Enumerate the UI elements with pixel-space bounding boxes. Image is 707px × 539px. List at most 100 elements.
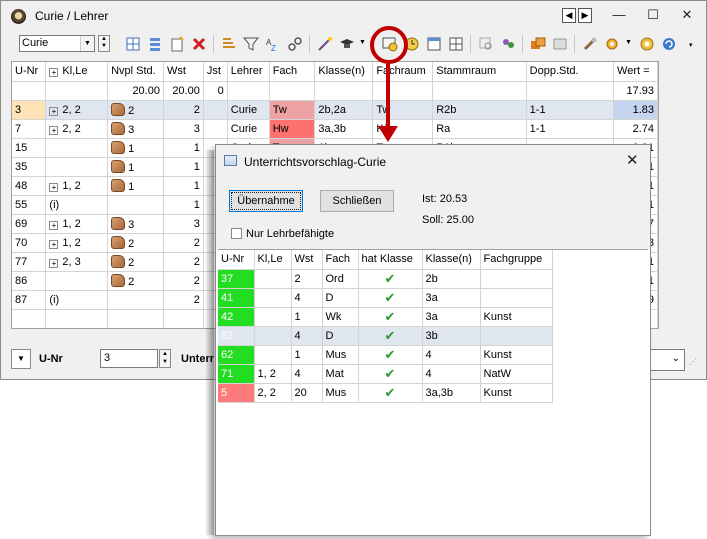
refresh-icon[interactable]	[661, 36, 677, 52]
dcell-fachgruppe[interactable]	[480, 326, 553, 346]
cell-klle[interactable]: +2, 2	[45, 119, 109, 139]
dcell-fach[interactable]: Mus	[322, 345, 359, 365]
maximize-button[interactable]: ☐	[641, 5, 665, 25]
cell-wst[interactable]: 2	[163, 290, 204, 310]
dcell-klasse[interactable]: 2b	[422, 269, 481, 289]
list-item[interactable]: 71 1, 2 4 Mat ✔ 4 NatW	[218, 364, 553, 384]
dcell-wst[interactable]: 20	[291, 383, 323, 403]
dcell-fach[interactable]: D	[322, 326, 359, 346]
expand-plus-icon[interactable]: +	[49, 125, 59, 135]
dcell-klasse[interactable]: 3a,3b	[422, 383, 481, 403]
dcell-fachgruppe[interactable]	[480, 269, 553, 289]
dcol-header-wst[interactable]: Wst	[291, 250, 323, 270]
dcell-klle[interactable]	[254, 326, 292, 346]
cell-dopp[interactable]: 1-1	[526, 100, 615, 120]
dropdown-arrow-icon[interactable]: ▼	[359, 39, 366, 46]
users-icon[interactable]	[500, 36, 516, 52]
window-layout-icon[interactable]	[552, 36, 568, 52]
graduation-cap-icon[interactable]	[339, 36, 355, 52]
dcell-klle[interactable]: 2, 2	[254, 383, 292, 403]
dcell-klle[interactable]	[254, 345, 292, 365]
dcell-klasse[interactable]: 4	[422, 345, 481, 365]
gear-icon[interactable]	[639, 36, 655, 52]
chevron-down-icon[interactable]: ⌄	[672, 353, 680, 364]
close-window-button[interactable]: ✕	[675, 5, 699, 25]
dcell-hatklasse[interactable]: ✔	[358, 345, 423, 365]
cell-wst[interactable]: 1	[163, 176, 204, 196]
col-header-nvpl[interactable]: Nvpl Std.	[107, 62, 164, 82]
dcell-fach[interactable]: Ord	[322, 269, 359, 289]
dropdown-arrow-icon[interactable]: ▼	[625, 39, 632, 46]
dcell-wst[interactable]: 1	[291, 345, 323, 365]
expand-plus-icon[interactable]: +	[49, 68, 59, 78]
cell-unr[interactable]: 70	[12, 233, 47, 253]
prev-record-button[interactable]: ◀	[562, 8, 576, 23]
cell-wert[interactable]: 1.83	[613, 100, 658, 120]
dcell-fachgruppe[interactable]: Kunst	[480, 307, 553, 327]
dcell-hatklasse[interactable]: ✔	[358, 383, 423, 403]
dcol-header-klle[interactable]: Kl,Le	[254, 250, 292, 270]
table-row[interactable]: 3 +2, 2 2 2 Curie Tw 2b,2a Tw R2b 1-1 1.83	[12, 100, 658, 120]
col-header-stammraum[interactable]: Stammraum	[432, 62, 527, 82]
tools-icon[interactable]	[582, 36, 598, 52]
sort-az-icon[interactable]: AZ	[265, 36, 281, 53]
close-button[interactable]: Schließen	[320, 190, 394, 212]
dcell-klle[interactable]	[254, 307, 292, 327]
resize-grip-icon[interactable]: ⋰	[689, 357, 697, 366]
cell-klle[interactable]: (i)	[45, 290, 109, 310]
unr-input[interactable]: 3	[100, 349, 158, 368]
dcol-header-hatklasse[interactable]: hat Klasse	[358, 250, 423, 270]
dcell-fachgruppe[interactable]: NatW	[480, 364, 553, 384]
cell-unr[interactable]: 69	[12, 214, 47, 234]
cell-unr[interactable]: 87	[12, 290, 47, 310]
cell-lehrer[interactable]: Curie	[227, 100, 270, 120]
dcell-fach[interactable]: Mat	[322, 364, 359, 384]
col-header-jst[interactable]: Jst	[203, 62, 228, 82]
col-header-fachraum[interactable]: Fachraum	[372, 62, 434, 82]
delete-icon[interactable]	[191, 36, 207, 52]
dcell-hatklasse[interactable]: ✔	[358, 307, 423, 327]
cell-nvpl[interactable]: 2	[107, 233, 164, 253]
cell-wst[interactable]: 3	[163, 214, 204, 234]
col-header-lehrer[interactable]: Lehrer	[227, 62, 270, 82]
dcell-wst[interactable]: 2	[291, 269, 323, 289]
expand-plus-icon[interactable]: +	[49, 258, 59, 268]
col-header-klasse[interactable]: Klasse(n)	[314, 62, 374, 82]
cell-fach[interactable]: Tw	[269, 100, 316, 120]
new-document-icon[interactable]	[169, 36, 185, 52]
cell-unr[interactable]: 48	[12, 176, 47, 196]
dcell-klasse[interactable]: 4	[422, 364, 481, 384]
cell-klle[interactable]: +2, 3	[45, 252, 109, 272]
cell-wst[interactable]: 1	[163, 138, 204, 158]
dcell-fachgruppe[interactable]: Kunst	[480, 345, 553, 365]
dcell-wst[interactable]: 4	[291, 288, 323, 308]
list-item[interactable]: 5 2, 2 20 Mus ✔ 3a,3b Kunst	[218, 383, 553, 403]
dcell-hatklasse[interactable]: ✔	[358, 326, 423, 346]
grid-expand-icon[interactable]	[125, 36, 141, 52]
cell-wst[interactable]: 2	[163, 233, 204, 253]
dcell-klle[interactable]	[254, 269, 292, 289]
col-header-klle[interactable]: + Kl,Le	[45, 62, 109, 82]
link-icon[interactable]	[287, 36, 303, 52]
cell-unr[interactable]: 35	[12, 157, 47, 177]
only-qualified-label[interactable]: Nur Lehrbefähigte	[246, 228, 334, 240]
cell-lehrer[interactable]: Curie	[227, 119, 270, 139]
dcell-unr[interactable]: 62	[218, 345, 255, 365]
toolbar-overflow-icon[interactable]: ▾	[689, 41, 693, 49]
cell-unr[interactable]: 3	[12, 100, 47, 120]
dcol-header-fach[interactable]: Fach	[322, 250, 359, 270]
sort-icon[interactable]	[221, 36, 237, 52]
dcell-unr[interactable]: 42	[218, 307, 255, 327]
cell-klasse[interactable]: 3a,3b	[314, 119, 374, 139]
dcell-wst[interactable]: 1	[291, 307, 323, 327]
dcol-header-unr[interactable]: U-Nr	[218, 250, 255, 270]
next-record-button[interactable]: ▶	[578, 8, 592, 23]
cell-jst[interactable]	[203, 100, 228, 120]
cell-wst[interactable]: 2	[163, 100, 204, 120]
list-rows-icon[interactable]	[147, 36, 163, 52]
expand-plus-icon[interactable]: +	[49, 239, 59, 249]
cell-klle[interactable]	[45, 157, 109, 177]
cell-nvpl[interactable]: 2	[107, 252, 164, 272]
col-header-wert[interactable]: Wert =	[613, 62, 658, 82]
cell-wst[interactable]: 2	[163, 271, 204, 291]
